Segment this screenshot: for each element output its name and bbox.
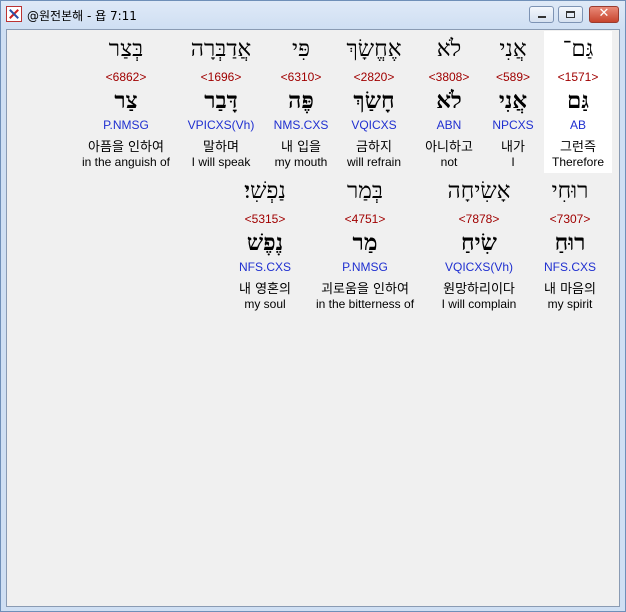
strong-number[interactable]: <6862>	[71, 70, 181, 84]
korean-gloss: 아픔을 인하여	[88, 140, 164, 155]
hebrew-word: אָשִׂיחָה	[447, 178, 511, 204]
strong-number[interactable]: <4751>	[310, 212, 420, 226]
hebrew-lemma: מַר	[352, 229, 378, 256]
korean-gloss: 원망하리이다	[443, 282, 515, 297]
morphology-code[interactable]: VPICXS(Vh)	[166, 118, 276, 132]
close-button[interactable]: ✕	[589, 6, 619, 23]
hebrew-lemma: שִׂיחַ	[461, 229, 497, 256]
hebrew-lemma: נֶפֶשׁ	[246, 229, 284, 256]
english-gloss: I will speak	[191, 155, 251, 169]
maximize-button[interactable]	[558, 6, 583, 23]
morphology-code[interactable]: VQICXS(Vh)	[424, 260, 534, 274]
morphology-code[interactable]: P.NMSG	[71, 118, 181, 132]
hebrew-word: אֲדַבְּרָה	[190, 36, 252, 62]
strong-number[interactable]: <7878>	[424, 212, 534, 226]
korean-gloss: 내 영혼의	[239, 282, 291, 297]
hebrew-word: נַפְשִׁי׃	[244, 178, 286, 204]
window-title: @원전본해 - 욥 7:11	[27, 9, 137, 23]
strong-number[interactable]: <1696>	[166, 70, 276, 84]
minimize-icon	[538, 16, 546, 18]
korean-gloss: 말하며	[203, 140, 239, 155]
english-gloss: in the anguish of	[81, 155, 171, 169]
morphology-code[interactable]: NFS.CXS	[210, 260, 320, 274]
korean-gloss: 괴로움을 인하여	[321, 282, 409, 297]
minimize-button[interactable]	[529, 6, 554, 23]
hebrew-lemma: דָּבַר	[204, 87, 238, 114]
morphology-code[interactable]: P.NMSG	[310, 260, 420, 274]
close-icon: ✕	[598, 6, 610, 21]
verse-content-area[interactable]: גַּם־ <1571> גַּם AB 그런즉 Therefore אֲנִי…	[6, 29, 620, 607]
hebrew-word: בְּצַר	[108, 36, 144, 62]
hebrew-word: בְּמַר	[346, 178, 384, 204]
strong-number[interactable]: <5315>	[210, 212, 320, 226]
maximize-icon	[566, 11, 575, 18]
app-window: @원전본해 - 욥 7:11 ✕ גַּם־ <1571> גַּם AB 그런…	[0, 0, 626, 612]
english-gloss: I will complain	[441, 297, 517, 311]
english-gloss: my soul	[244, 297, 286, 311]
english-gloss: in the bitterness of	[315, 297, 415, 311]
title-bar[interactable]: @원전본해 - 욥 7:11 ✕	[1, 1, 625, 29]
hebrew-lemma: צַר	[114, 87, 138, 114]
app-icon[interactable]	[6, 6, 22, 22]
